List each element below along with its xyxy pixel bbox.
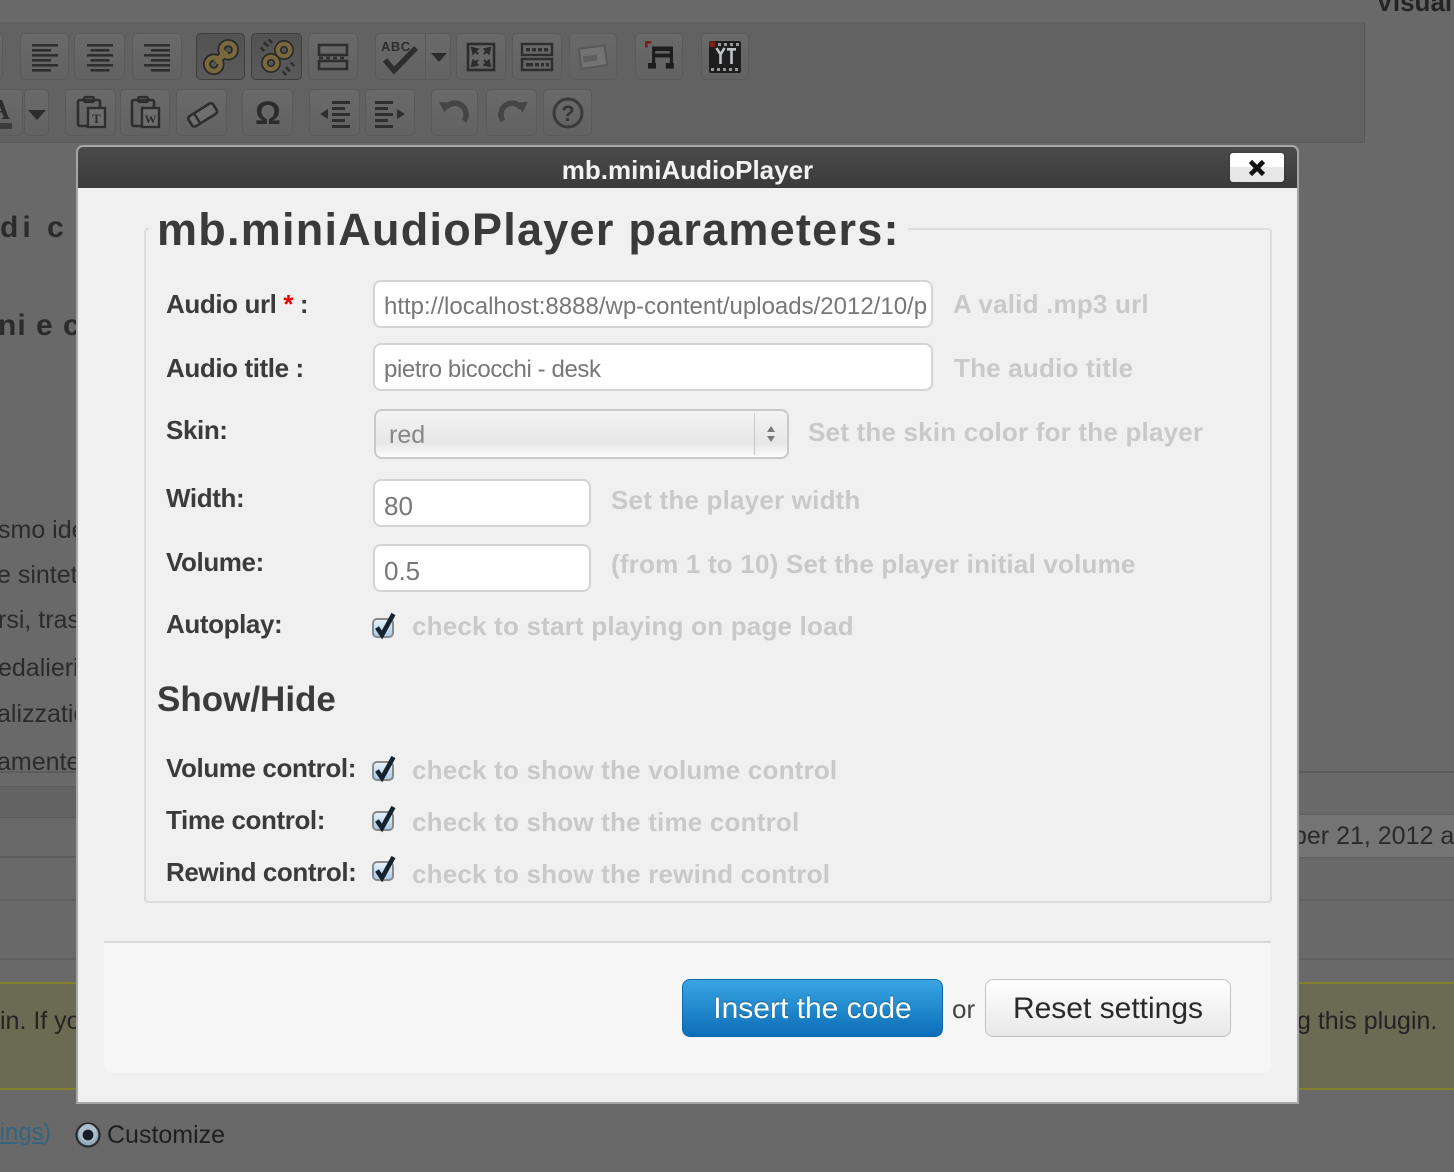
svg-text:?: ? [561, 101, 574, 126]
svg-text:T: T [92, 111, 101, 126]
svg-text:ABC: ABC [381, 39, 411, 54]
svg-text:Ω: Ω [255, 95, 281, 131]
svg-text:A: A [0, 95, 10, 126]
svg-text:W: W [145, 112, 157, 126]
